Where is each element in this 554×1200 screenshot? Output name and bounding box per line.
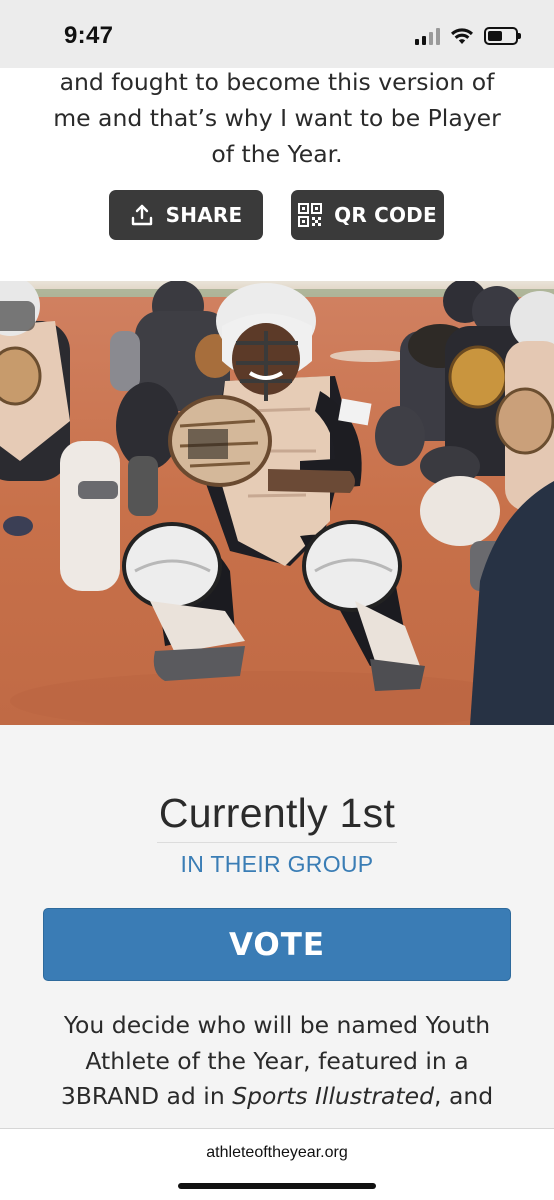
cellular-signal-icon (415, 27, 440, 45)
qr-code-button[interactable]: QR CODE (291, 190, 444, 240)
vote-button[interactable]: VOTE (43, 908, 511, 981)
vote-description: You decide who will be named Youth Athle… (40, 1008, 514, 1115)
ranking-divider (157, 842, 397, 843)
battery-icon (484, 27, 521, 45)
qr-code-icon (298, 203, 323, 227)
vote-description-end: , and (434, 1082, 494, 1110)
share-label: SHARE (165, 203, 243, 227)
sports-illustrated-text: Sports Illustrated (232, 1082, 434, 1110)
status-time: 9:47 (64, 22, 114, 49)
ranking-title: Currently 1st (158, 790, 396, 836)
battery-level-fill (488, 31, 503, 41)
ranking-subtitle: IN THEIR GROUP (180, 851, 374, 877)
story-section: and fought to become this version of me … (0, 68, 554, 281)
wifi-icon (451, 28, 473, 44)
upload-share-icon (131, 204, 152, 226)
browser-address-bar[interactable]: athleteoftheyear.org (0, 1128, 554, 1200)
story-text: and fought to become this version of me … (53, 68, 501, 168)
vote-section: Currently 1st IN THEIR GROUP VOTE You de… (0, 725, 554, 1128)
athlete-photo (0, 281, 554, 725)
status-icons (415, 24, 521, 48)
url-text[interactable]: athleteoftheyear.org (0, 1144, 554, 1162)
home-indicator[interactable] (178, 1183, 376, 1189)
qr-code-label: QR CODE (334, 203, 437, 227)
status-bar: 9:47 (0, 0, 554, 68)
share-button[interactable]: SHARE (109, 190, 263, 240)
